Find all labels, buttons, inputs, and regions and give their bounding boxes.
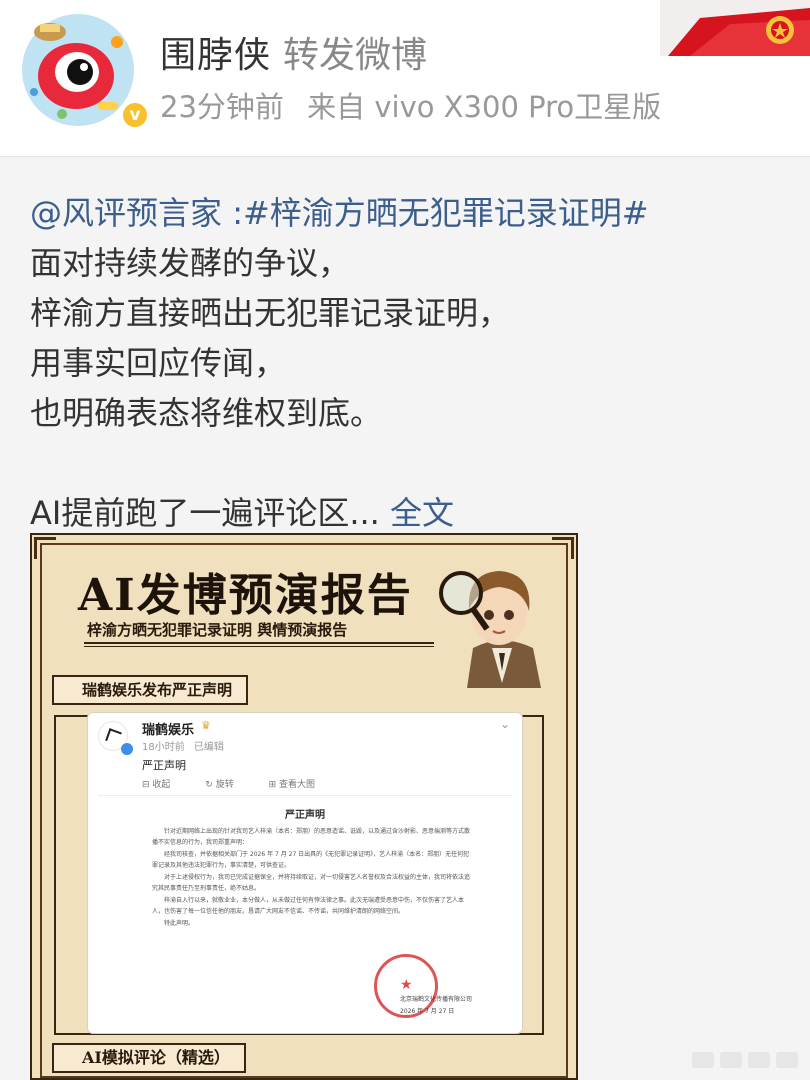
section-label-comments: AI模拟评论（精选） (52, 1043, 246, 1073)
post-line: 也明确表态将维权到底。 (30, 394, 383, 432)
topic-link[interactable]: :#梓渝方晒无犯罪记录证明# (222, 194, 648, 232)
crown-icon: ♛ (201, 719, 211, 732)
document-signature: 北京瑞鹤文化传播有限公司 2026 年 7 月 27 日 (400, 994, 472, 1018)
document-paragraph: 针对近期网络上出现的针对我司艺人梓渝（本名：郑朋）的恶意造谣、诋毁，以及通过含沙… (152, 828, 471, 846)
post-first-line: @风评预言家 :#梓渝方晒无犯罪记录证明# (30, 188, 790, 238)
verified-badge-icon (121, 743, 133, 755)
edited-label: 已编辑 (193, 742, 224, 753)
weibo-mascot-icon (23, 15, 133, 125)
verified-badge-icon: v (120, 100, 150, 130)
statement-document: 严正声明 针对近期网络上出现的针对我司艺人梓渝（本名：郑朋）的恶意造谣、诋毁，以… (98, 795, 512, 1027)
avatar[interactable]: v (22, 14, 150, 130)
post-type-label: 转发微博 (283, 35, 428, 76)
post-meta: 23分钟前 来自 vivo X300 Pro卫星版 (160, 84, 675, 126)
image-title: AI发博预演报告 (78, 570, 413, 621)
document-paragraph: 梓渝自入行以来，就敬业业，本分做人，从未做过任何有悖法律之事。此次无端遭受恶意中… (152, 897, 465, 915)
watermark (692, 1046, 802, 1074)
embedded-post-text: 严正声明 (142, 759, 186, 772)
embedded-post-meta: 18小时前 已编辑 (142, 738, 230, 753)
post-line: 梓渝方直接晒出无犯罪记录证明， (30, 294, 511, 332)
document-body: 针对近期网络上出现的针对我司艺人梓渝（本名：郑朋）的恶意造谣、诋毁，以及通过含沙… (152, 826, 472, 930)
post-source: 来自 vivo X300 Pro卫星版 (307, 90, 662, 124)
post-image[interactable]: AI发博预演报告 梓渝方晒无犯罪记录证明 舆情预演报告 瑞鹤娱乐发布严正声明 瑞… (30, 533, 578, 1080)
teaser-text: AI提前跑了一遍评论区... (30, 494, 391, 532)
post-header: v 围脖侠 转发微博 23分钟前 来自 vivo X300 Pro卫星版 (0, 0, 810, 157)
collapse-action: ⊟ 收起 (142, 780, 171, 790)
document-paragraph: 对于上述侵权行为，我司已完成证据保全，并将持续取证，对一切侵害艺人名誉权及合法权… (152, 874, 471, 892)
rotate-action: ↻ 旋转 (205, 780, 234, 790)
post-body: @风评预言家 :#梓渝方晒无犯罪记录证明# 面对持续发酵的争议， 梓渝方直接晒出… (30, 188, 790, 538)
embedded-weibo-post: 瑞鹤娱乐 ♛ ⌄ 18小时前 已编辑 严正声明 ⊟ 收起 ↻ 旋转 ⊞ 查看大图… (87, 712, 523, 1034)
post-line: 用事实回应传闻， (30, 344, 287, 382)
view-large-action: ⊞ 查看大图 (268, 780, 316, 790)
document-company: 北京瑞鹤文化传播有限公司 (400, 996, 473, 1003)
mention-link[interactable]: @风评预言家 (30, 194, 222, 232)
decorative-banner-image (660, 0, 810, 56)
username[interactable]: 围脖侠 (160, 26, 271, 78)
chevron-down-icon: ⌄ (499, 717, 510, 731)
post-teaser: AI提前跑了一遍评论区... 全文 (30, 488, 790, 538)
detective-character-icon (437, 553, 567, 688)
company-name: 瑞鹤娱乐 (142, 723, 195, 738)
document-paragraph: 特此声明。 (164, 920, 195, 927)
post-time: 23分钟前 (160, 90, 284, 124)
document-paragraph: 经我司核查，并依据相关部门于 2026 年 7 月 27 日出具的《无犯罪记录证… (152, 851, 470, 869)
post-line: 面对持续发酵的争议， (30, 244, 351, 282)
section-label-statement: 瑞鹤娱乐发布严正声明 (52, 675, 249, 705)
image-actions: ⊟ 收起 ↻ 旋转 ⊞ 查看大图 (142, 777, 347, 790)
crane-logo-icon (105, 728, 122, 745)
embedded-post-time: 18小时前 (142, 742, 185, 753)
document-date: 2026 年 7 月 27 日 (400, 1008, 455, 1015)
document-title: 严正声明 (285, 810, 325, 821)
full-text-link[interactable]: 全文 (390, 494, 454, 532)
image-subtitle: 梓渝方晒无犯罪记录证明 舆情预演报告 (87, 621, 348, 639)
